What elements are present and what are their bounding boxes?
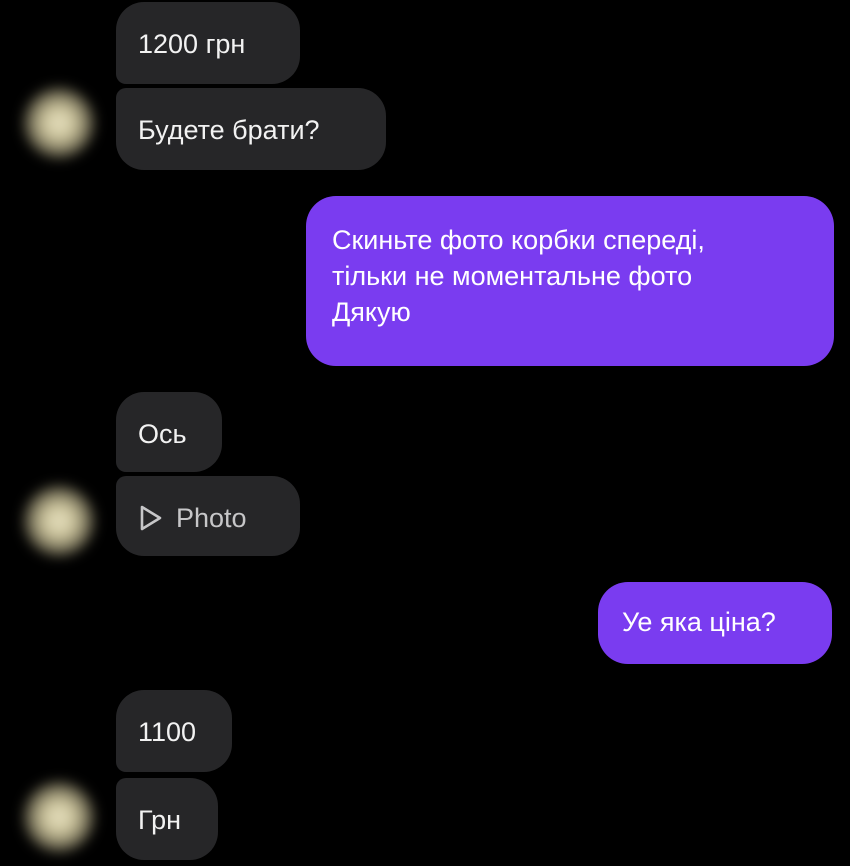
message-bubble-incoming[interactable]: Будете брати?	[116, 88, 386, 170]
message-text-line: Скиньте фото корбки спереді,	[332, 225, 705, 255]
message-text-line: Дякую	[332, 297, 411, 327]
sender-avatar[interactable]	[22, 86, 96, 160]
play-icon	[140, 505, 162, 531]
message-text: Грн	[138, 805, 182, 835]
message-text: 1100	[138, 717, 197, 747]
message-bubble-outgoing[interactable]: Уе яка ціна?	[598, 582, 832, 664]
message-bubble-incoming[interactable]: 1200 грн	[116, 2, 300, 84]
message-bubble-incoming[interactable]: Грн	[116, 778, 218, 860]
message-text: Уе яка ціна?	[622, 607, 776, 637]
message-text: 1200 грн	[138, 29, 246, 59]
message-bubble-incoming[interactable]: 1100	[116, 690, 232, 772]
message-text: Будете брати?	[138, 115, 320, 145]
photo-message-bubble[interactable]: Photo	[116, 476, 300, 556]
message-text: Ось	[138, 419, 187, 449]
message-text-line: тільки не моментальне фото	[332, 261, 693, 291]
sender-avatar[interactable]	[22, 780, 96, 854]
message-bubble-outgoing[interactable]: Скиньте фото корбки спереді, тільки не м…	[306, 196, 834, 366]
photo-label: Photo	[176, 503, 247, 533]
sender-avatar[interactable]	[22, 484, 96, 558]
message-bubble-incoming[interactable]: Ось	[116, 392, 222, 472]
